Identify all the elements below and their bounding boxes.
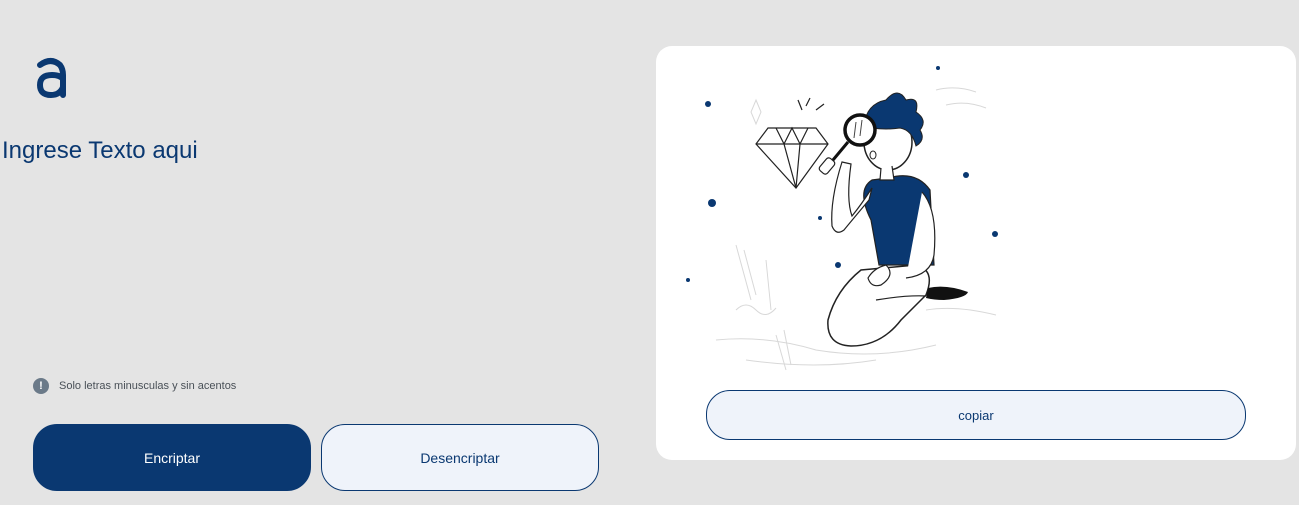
text-input[interactable]: [0, 135, 622, 360]
alura-logo-icon: [36, 58, 66, 99]
decrypt-button[interactable]: Desencriptar: [321, 424, 599, 491]
exclamation-circle-icon: !: [33, 378, 49, 394]
copy-button[interactable]: copiar: [706, 390, 1246, 440]
output-panel: copiar: [656, 46, 1296, 460]
encrypt-button[interactable]: Encriptar: [33, 424, 311, 491]
person-with-magnifying-glass-illustration: [686, 66, 998, 371]
hint-text: Solo letras minusculas y sin acentos: [59, 380, 237, 392]
input-hint: ! Solo letras minusculas y sin acentos: [33, 378, 236, 394]
